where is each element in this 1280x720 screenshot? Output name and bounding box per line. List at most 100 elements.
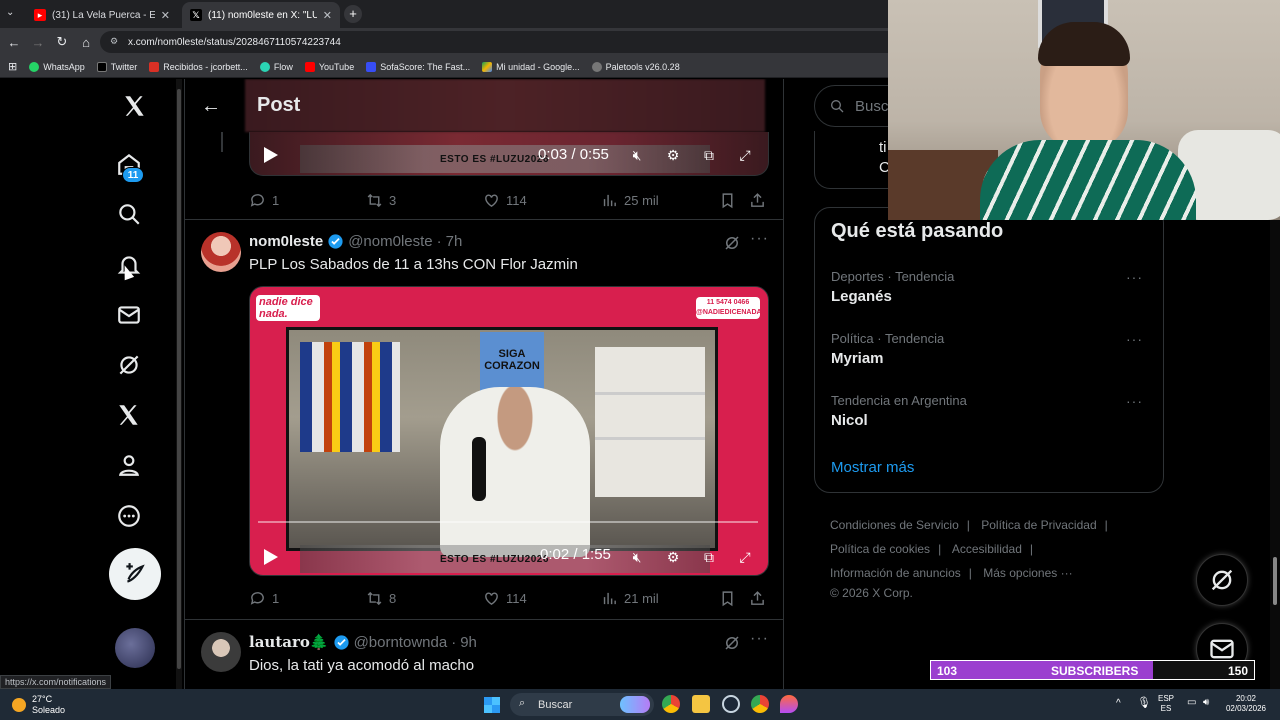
tab-nom0leste[interactable]: 𝕏 (11) nom0leste en X: "LUZU TE ✕ (182, 2, 340, 28)
account-avatar[interactable] (115, 628, 155, 668)
mute-icon[interactable]: 🔇︎ (628, 549, 646, 565)
messages-icon[interactable] (114, 300, 144, 330)
mute-icon[interactable]: 🔇︎ (628, 147, 646, 163)
bookmark-paletools[interactable]: Paletools v26.0.28 (591, 61, 680, 72)
tweet-avatar[interactable] (201, 632, 241, 672)
more-options-icon[interactable]: ··· (750, 630, 769, 648)
reply-button[interactable]: 1 (249, 590, 279, 607)
language-indicator[interactable]: ESP ES (1158, 694, 1174, 714)
scrollbar-thumb[interactable] (177, 89, 181, 669)
settings-gear-icon[interactable]: ⚙ (664, 549, 682, 565)
view-count: 25 mil (624, 192, 659, 208)
start-windows-icon[interactable] (484, 697, 500, 713)
bookmark-button[interactable] (719, 192, 736, 209)
premium-x-icon[interactable] (114, 400, 144, 430)
footer-link-cookies[interactable]: Política de cookies (830, 542, 930, 556)
network-icon[interactable]: ▭ (1187, 698, 1196, 708)
more-options-icon[interactable] (114, 501, 144, 531)
microphone-icon[interactable]: 🎙︎ (1137, 698, 1151, 709)
bookmark-twitter[interactable]: Twitter (96, 61, 137, 72)
new-tab-button[interactable]: + (344, 5, 362, 23)
tweet-time[interactable]: 9h (460, 634, 477, 651)
repost-button[interactable]: 3 (366, 192, 396, 209)
trend-item[interactable]: Política · Tendencia Myriam ··· (831, 331, 1151, 367)
tab-la-vela-puerca[interactable]: ▸ (31) La Vela Puerca - El Bandido ✕ (26, 2, 178, 28)
footer-link-more-options[interactable]: Más opciones ··· (983, 566, 1072, 580)
footer-link-accessibility[interactable]: Accesibilidad (952, 542, 1022, 556)
fullscreen-icon[interactable]: ⤢ (736, 549, 754, 565)
author-name[interactable]: lautaro🌲 (249, 633, 329, 651)
share-button[interactable] (749, 192, 766, 209)
repost-button[interactable]: 8 (366, 590, 396, 607)
apps-icon[interactable]: ⊞ (8, 60, 17, 73)
bookmark-google-drive[interactable]: Mi unidad - Google... (482, 61, 580, 72)
author-handle[interactable]: @borntownda (354, 634, 448, 651)
author-handle[interactable]: @nom0leste (348, 233, 432, 250)
compose-post-button[interactable] (109, 548, 161, 600)
views-button[interactable]: 25 mil (601, 192, 659, 209)
trend-item[interactable]: Tendencia en Argentina Nicol ··· (831, 393, 1151, 429)
tweet-time[interactable]: 7h (446, 233, 463, 250)
grok-floating-button[interactable] (1196, 554, 1248, 606)
video-player[interactable]: SIGA CORAZON nadie dice nada. 11 5474 04… (249, 286, 769, 576)
x-home-logo-icon[interactable] (120, 91, 150, 121)
video-progress-track[interactable] (258, 521, 758, 523)
share-button[interactable] (749, 590, 766, 607)
tab-list-dropdown[interactable]: ⌄ (6, 7, 14, 18)
settings-gear-icon[interactable]: ⚙ (664, 147, 682, 163)
like-button[interactable]: 114 (483, 192, 527, 209)
weather-widget[interactable]: 27°C Soleado (12, 694, 65, 716)
author-name[interactable]: nom0leste (249, 233, 323, 250)
home-icon[interactable]: ⌂ (74, 35, 98, 50)
scrollbar-thumb[interactable] (1273, 557, 1277, 605)
grok-explain-icon[interactable] (723, 234, 741, 252)
video-player[interactable]: ESTO ES #LUZU2026 0:03 / 0:55 🔇︎ ⚙ ⧉ ⤢ (249, 132, 769, 176)
trend-item[interactable]: Deportes · Tendencia Leganés ··· (831, 269, 1151, 305)
volume-icon[interactable]: 🔊︎ (1203, 698, 1209, 708)
bookmark-flow[interactable]: Flow (259, 61, 293, 72)
more-options-icon[interactable]: ··· (1126, 393, 1143, 409)
footer-link-privacy[interactable]: Política de Privacidad (981, 518, 1096, 532)
bookmark-sofascore[interactable]: SofaScore: The Fast... (366, 61, 470, 72)
taskbar-search[interactable]: ⌕ Buscar (510, 693, 654, 716)
chrome-profile-icon[interactable] (751, 695, 769, 713)
picture-in-picture-icon[interactable]: ⧉ (700, 147, 718, 163)
bookmark-button[interactable] (719, 590, 736, 607)
app-flame-icon[interactable] (780, 695, 798, 713)
picture-in-picture-icon[interactable]: ⧉ (700, 549, 718, 565)
more-options-icon[interactable]: ··· (1126, 269, 1143, 285)
forward-icon[interactable]: → (26, 35, 50, 50)
like-button[interactable]: 114 (483, 590, 527, 607)
reply-button[interactable]: 1 (249, 192, 279, 209)
close-tab-icon[interactable]: ✕ (323, 9, 332, 22)
tweet-avatar[interactable] (201, 232, 241, 272)
show-more-link[interactable]: Mostrar más (831, 459, 914, 476)
play-icon[interactable] (264, 549, 278, 565)
back-arrow-icon[interactable]: ← (201, 95, 221, 118)
more-options-icon[interactable]: ··· (1126, 331, 1143, 347)
profile-icon[interactable] (114, 450, 144, 480)
bookmark-gmail[interactable]: Recibidos - jcorbett... (149, 61, 248, 72)
bookmark-whatsapp[interactable]: WhatsApp (29, 61, 85, 72)
address-bar[interactable]: ⚙ x.com/nom0leste/status/202846711057422… (100, 31, 900, 53)
fullscreen-icon[interactable]: ⤢ (736, 147, 754, 163)
footer-link-terms[interactable]: Condiciones de Servicio (830, 518, 959, 532)
tray-chevron-icon[interactable]: ^ (1116, 699, 1121, 709)
grok-explain-icon[interactable] (723, 634, 741, 652)
steam-icon[interactable] (722, 695, 740, 713)
views-button[interactable]: 21 mil (601, 590, 659, 607)
bookmark-youtube[interactable]: YouTube (304, 61, 354, 72)
site-info-icon[interactable]: ⚙ (110, 36, 118, 47)
left-scrollbar[interactable] (176, 79, 182, 689)
chrome-icon[interactable] (662, 695, 680, 713)
play-icon[interactable] (264, 147, 278, 163)
back-icon[interactable]: ← (2, 35, 26, 50)
grok-icon[interactable] (114, 350, 144, 380)
clock[interactable]: 20:02 02/03/2026 (1222, 694, 1270, 714)
explore-search-icon[interactable] (114, 199, 144, 229)
footer-link-ads-info[interactable]: Información de anuncios (830, 566, 961, 580)
close-tab-icon[interactable]: ✕ (161, 9, 170, 22)
file-explorer-icon[interactable] (692, 695, 710, 713)
more-options-icon[interactable]: ··· (750, 230, 769, 248)
reload-icon[interactable]: ↻ (50, 34, 74, 50)
